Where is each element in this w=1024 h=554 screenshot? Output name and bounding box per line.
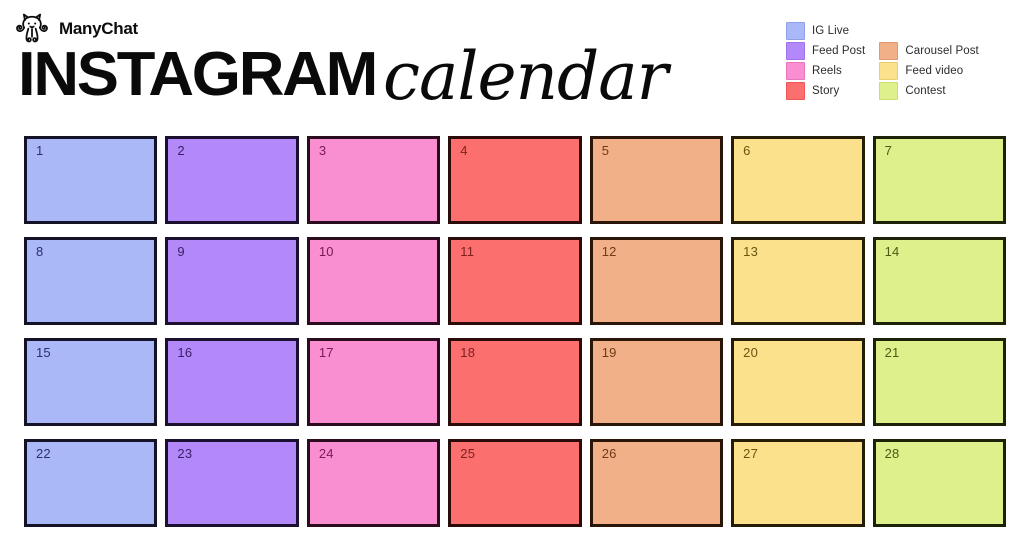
legend-label-ig-live: IG Live — [812, 25, 850, 37]
page-title: INSTAGRAM calendar — [18, 38, 668, 115]
legend-item-contest: Contest — [879, 81, 979, 101]
calendar-day-cell[interactable]: 10 — [306, 237, 441, 325]
calendar-day-cell[interactable]: 7 — [872, 136, 1006, 224]
calendar-day-number: 13 — [743, 244, 759, 259]
calendar-day-number: 17 — [318, 345, 334, 360]
calendar-day-cell[interactable]: 23 — [165, 439, 299, 527]
legend-swatch-carousel-post — [879, 42, 899, 60]
calendar-day-number: 5 — [601, 143, 610, 158]
legend-label-story: Story — [812, 85, 840, 97]
calendar-day-number: 8 — [36, 244, 44, 259]
calendar-day-cell[interactable]: 17 — [306, 338, 441, 426]
calendar-day-cell[interactable]: 20 — [731, 338, 865, 426]
calendar-day-number: 16 — [177, 345, 193, 360]
legend-spacer — [879, 21, 979, 41]
page-title-script: calendar — [383, 38, 668, 115]
calendar-day-number: 3 — [318, 143, 327, 158]
calendar-day-number: 2 — [177, 143, 185, 158]
calendar-day-number: 12 — [601, 244, 617, 259]
legend-label-carousel-post: Carousel Post — [905, 45, 979, 57]
calendar-day-cell[interactable]: 27 — [731, 439, 865, 527]
calendar-day-number: 22 — [36, 446, 51, 461]
calendar-day-cell[interactable]: 11 — [448, 237, 582, 325]
calendar-day-cell[interactable]: 13 — [731, 237, 865, 325]
calendar-day-cell[interactable]: 4 — [448, 136, 582, 224]
brand-name: ManyChat — [59, 19, 138, 38]
calendar-day-cell[interactable]: 16 — [165, 338, 299, 426]
calendar-day-number: 14 — [884, 244, 900, 259]
legend-item-feed-post: Feed Post — [786, 41, 865, 61]
calendar-day-cell[interactable]: 12 — [589, 237, 724, 325]
calendar-day-cell[interactable]: 1 — [24, 136, 158, 224]
calendar-grid: 1 2 3 4 5 6 7 8 9 10 11 12 13 14 15 16 17 18 19 20 21 22 23 24 2… — [24, 136, 1006, 527]
calendar-day-number: 23 — [177, 446, 193, 461]
legend-swatch-feed-post — [786, 42, 805, 60]
calendar-day-number: 27 — [743, 446, 759, 461]
legend-item-carousel-post: Carousel Post — [879, 41, 979, 61]
legend-item-ig-live: IG Live — [786, 21, 865, 41]
calendar-day-number: 10 — [318, 244, 334, 259]
calendar-day-cell[interactable]: 14 — [872, 237, 1006, 325]
calendar-day-number: 7 — [884, 143, 892, 158]
calendar-day-cell[interactable]: 6 — [731, 136, 865, 224]
calendar-day-cell[interactable]: 22 — [24, 439, 158, 527]
legend: IG Live Feed Post Carousel Post Reels Fe… — [786, 21, 979, 101]
calendar-day-number: 21 — [884, 345, 900, 360]
calendar-day-cell[interactable]: 28 — [872, 439, 1006, 527]
calendar-day-cell[interactable]: 21 — [872, 338, 1006, 426]
calendar-day-cell[interactable]: 19 — [589, 338, 724, 426]
calendar-day-number: 19 — [601, 345, 617, 360]
legend-swatch-feed-video — [879, 62, 899, 80]
calendar-day-cell[interactable]: 2 — [165, 136, 299, 224]
calendar-day-number: 4 — [460, 143, 468, 158]
legend-item-story: Story — [786, 81, 865, 101]
legend-swatch-ig-live — [786, 22, 805, 40]
calendar-day-number: 1 — [36, 143, 44, 158]
calendar-day-number: 26 — [601, 446, 617, 461]
legend-item-reels: Reels — [786, 61, 865, 81]
legend-swatch-reels — [786, 62, 805, 80]
legend-swatch-contest — [879, 82, 899, 100]
calendar-day-cell[interactable]: 25 — [448, 439, 582, 527]
calendar-day-number: 15 — [36, 345, 51, 360]
legend-item-feed-video: Feed video — [879, 61, 979, 81]
calendar-day-cell[interactable]: 24 — [306, 439, 441, 527]
calendar-day-number: 18 — [460, 345, 476, 360]
page-title-main: INSTAGRAM — [18, 40, 378, 109]
calendar-day-number: 20 — [743, 345, 759, 360]
calendar-day-cell[interactable]: 3 — [306, 136, 441, 224]
legend-label-contest: Contest — [905, 85, 946, 97]
calendar-day-number: 11 — [460, 244, 475, 259]
page-header: ManyChat INSTAGRAM calendar IG Live Feed… — [0, 0, 1024, 130]
calendar-day-number: 24 — [318, 446, 334, 461]
calendar-day-cell[interactable]: 26 — [589, 439, 724, 527]
legend-label-feed-video: Feed video — [905, 65, 964, 77]
calendar-day-cell[interactable]: 5 — [589, 136, 724, 224]
calendar-day-cell[interactable]: 8 — [24, 237, 158, 325]
calendar-day-number: 9 — [177, 244, 185, 259]
legend-label-feed-post: Feed Post — [812, 45, 866, 57]
calendar-day-cell[interactable]: 18 — [448, 338, 582, 426]
calendar-day-cell[interactable]: 15 — [24, 338, 158, 426]
calendar-day-number: 28 — [884, 446, 900, 461]
calendar-day-number: 25 — [460, 446, 476, 461]
calendar-day-number: 6 — [743, 143, 751, 158]
calendar-day-cell[interactable]: 9 — [165, 237, 299, 325]
legend-label-reels: Reels — [812, 65, 842, 77]
legend-swatch-story — [786, 82, 805, 100]
